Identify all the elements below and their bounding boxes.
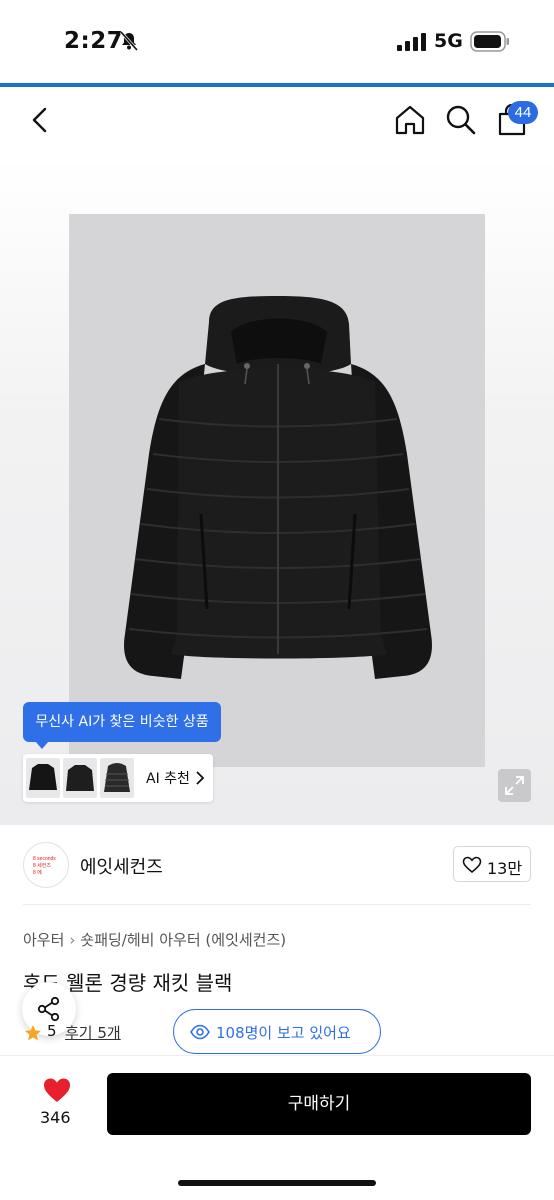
ai-recommend-label: AI 추천 [146,771,190,787]
heart-filled-icon[interactable] [42,1076,72,1104]
breadcrumb-item[interactable]: 아우터 [23,931,64,949]
rating-value: 5 [47,1022,57,1040]
share-icon [37,996,60,1022]
ai-recommend-bar[interactable]: AI 추천 [23,754,213,802]
similar-product-thumb[interactable] [100,758,134,798]
status-bar: 2:27 5G [0,0,554,84]
network-label: 5G [434,30,463,52]
brand-like-button[interactable]: 13만 [453,846,531,882]
home-indicator [178,1180,376,1186]
search-icon[interactable] [444,103,478,137]
viewers-badge: 108명이 보고 있어요 [173,1009,381,1054]
ai-similar-tooltip: 무신사 AI가 찾은 비슷한 상품 [23,702,221,749]
breadcrumb: 아우터 › 숏패딩/헤비 아우터 (에잇세컨즈) [23,929,286,950]
battery-icon [470,31,509,52]
top-nav [0,87,554,157]
breadcrumb-item[interactable]: 숏패딩/헤비 아우터 [80,931,200,949]
eye-icon [190,1024,210,1040]
similar-product-thumb[interactable] [26,758,60,798]
chevron-right-icon: › [69,931,76,949]
heart-outline-icon [462,856,482,874]
brand-like-count: 13만 [487,859,523,878]
expand-image-button[interactable] [498,769,531,802]
cart-count-badge: 44 [508,101,538,124]
product-photo[interactable] [69,214,485,767]
back-icon[interactable] [26,105,56,135]
expand-icon [505,776,524,795]
jacket-image [124,296,432,679]
breadcrumb-item[interactable]: (에잇세컨즈) [205,931,286,949]
wish-count: 346 [40,1108,71,1127]
chevron-right-icon [196,771,205,785]
brand-logo[interactable]: 8 seconds 8 세컨즈 8 에 [23,842,69,888]
viewers-text: 108명이 보고 있어요 [216,1024,351,1042]
star-icon [25,1025,41,1041]
home-icon[interactable] [393,103,427,137]
buy-button[interactable]: 구매하기 [107,1073,531,1135]
reviews-link[interactable]: 후기 5개 [65,1022,121,1043]
signal-icon [397,33,426,51]
bell-slash-icon [119,31,139,51]
status-time: 2:27 [64,28,124,54]
divider [23,904,531,905]
brand-name[interactable]: 에잇세컨즈 [80,853,163,879]
similar-product-thumb[interactable] [63,758,97,798]
